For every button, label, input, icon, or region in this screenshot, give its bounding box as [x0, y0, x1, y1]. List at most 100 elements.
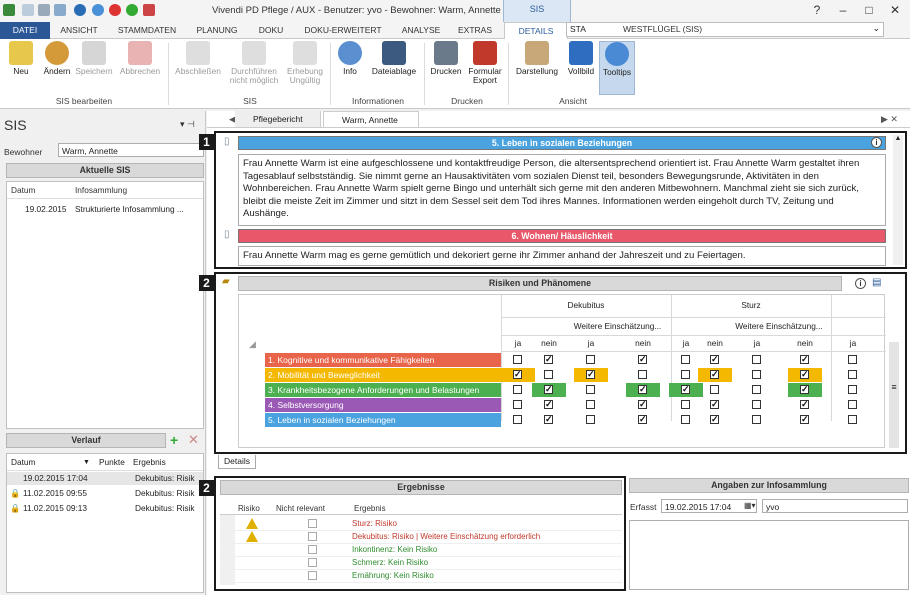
risk-checkbox[interactable]	[848, 400, 857, 409]
history-row-result[interactable]: Dekubitus: Risik	[135, 502, 203, 515]
quick-search-icon[interactable]	[54, 4, 66, 16]
help-icon[interactable]	[92, 4, 104, 16]
risk-checkbox[interactable]	[513, 385, 522, 394]
tab-datei[interactable]: DATEI	[0, 22, 50, 39]
sis-row-date[interactable]: 19.02.2015	[25, 203, 67, 216]
refresh-icon[interactable]	[126, 4, 138, 16]
tab-analyse[interactable]: ANALYSE	[392, 22, 450, 39]
topic-text[interactable]: Frau Annette Warm ist eine aufgeschlosse…	[238, 154, 886, 226]
risk-checkbox[interactable]	[513, 355, 522, 364]
risk-checkbox[interactable]: ✓	[710, 400, 719, 409]
view-button[interactable]: Darstellung	[512, 41, 562, 76]
risk-checkbox[interactable]	[586, 415, 595, 424]
info-button[interactable]: Info	[336, 41, 364, 76]
topic-text[interactable]: Frau Annette Warm mag es gerne gemütlich…	[238, 246, 886, 266]
export-icon[interactable]: ▤	[872, 277, 881, 288]
risk-checkbox[interactable]	[752, 355, 761, 364]
invalid-button[interactable]: Erhebung Ungültig	[284, 41, 326, 85]
risk-checkbox[interactable]: ✓	[544, 355, 553, 364]
risk-checkbox[interactable]	[513, 400, 522, 409]
recorded-user-field[interactable]: yvo	[762, 499, 908, 513]
tab-extras[interactable]: EXTRAS	[450, 22, 500, 39]
chevron-down-icon[interactable]: ⌄	[872, 23, 880, 34]
risk-checkbox[interactable]: ✓	[800, 385, 809, 394]
risk-checkbox[interactable]	[544, 370, 553, 379]
tab-stammdaten[interactable]: STAMMDATEN	[108, 22, 186, 39]
recorded-date-field[interactable]: 19.02.2015 17:04	[661, 499, 757, 513]
sis-row-info[interactable]: Strukturierte Infosammlung ...	[75, 203, 201, 216]
tab-doku[interactable]: DOKU	[248, 22, 294, 39]
risk-checkbox[interactable]: ✓	[710, 370, 719, 379]
tab-details[interactable]: DETAILS	[504, 22, 568, 40]
risk-checkbox[interactable]: ✓	[800, 400, 809, 409]
history-row-date[interactable]: 19.02.2015 17:04	[23, 472, 88, 485]
tools-icon[interactable]	[143, 4, 155, 16]
risk-checkbox[interactable]	[752, 370, 761, 379]
risk-checkbox[interactable]	[752, 415, 761, 424]
tooltips-button[interactable]: Tooltips	[599, 41, 635, 95]
not-relevant-checkbox[interactable]	[308, 545, 317, 554]
quick-save-icon[interactable]	[22, 4, 34, 16]
scrollbar[interactable]: ▲	[893, 135, 903, 265]
subheader-further-assessment[interactable]: Weitere Einschätzung...	[564, 321, 671, 331]
not-relevant-checkbox[interactable]	[308, 571, 317, 580]
risk-checkbox[interactable]: ✓	[800, 415, 809, 424]
risk-checkbox[interactable]: ✓	[800, 355, 809, 364]
risk-checkbox[interactable]	[681, 415, 690, 424]
tab-ansicht[interactable]: ANSICHT	[50, 22, 108, 39]
risk-checkbox[interactable]: ✓	[513, 370, 522, 379]
risk-checkbox[interactable]: ✓	[544, 385, 553, 394]
info-notes-area[interactable]	[629, 520, 909, 590]
quick-print-icon[interactable]	[38, 4, 50, 16]
emergency-icon[interactable]	[109, 4, 121, 16]
close-button[interactable]: ✕	[882, 1, 908, 19]
risk-checkbox[interactable]	[848, 385, 857, 394]
print-button[interactable]: Drucken	[428, 41, 464, 76]
panel-menu-icon[interactable]: ▾ ⊣	[180, 119, 195, 130]
calendar-icon[interactable]: ▦▾	[744, 501, 756, 510]
not-relevant-checkbox[interactable]	[308, 532, 317, 541]
subheader-further-assessment[interactable]: Weitere Einschätzung...	[727, 321, 831, 331]
file-storage-button[interactable]: Dateiablage	[366, 41, 422, 76]
new-button[interactable]: Neu	[6, 41, 36, 76]
history-row-result[interactable]: Dekubitus: Risik	[135, 472, 203, 485]
risk-checkbox[interactable]	[848, 355, 857, 364]
resident-field[interactable]: Warm, Annette	[58, 143, 204, 157]
sort-icon[interactable]: ▼	[83, 456, 90, 469]
risk-checkbox[interactable]: ✓	[638, 415, 647, 424]
risk-checkbox[interactable]: ✓	[710, 355, 719, 364]
risk-checkbox[interactable]: ✓	[638, 355, 647, 364]
risk-checkbox[interactable]	[681, 370, 690, 379]
fullscreen-button[interactable]: Vollbild	[563, 41, 599, 76]
minimize-button[interactable]: –	[830, 1, 856, 19]
risk-checkbox[interactable]: ✓	[586, 370, 595, 379]
save-button[interactable]: Speichern	[74, 41, 114, 76]
add-icon[interactable]: +	[170, 432, 178, 448]
delete-icon[interactable]: ✕	[188, 432, 199, 448]
risk-checkbox[interactable]	[752, 385, 761, 394]
tab-doku-erweitert[interactable]: DOKU-ERWEITERT	[294, 22, 392, 39]
complete-button[interactable]: Abschließen	[172, 41, 224, 76]
risk-checkbox[interactable]	[681, 400, 690, 409]
risk-checkbox[interactable]	[638, 370, 647, 379]
risk-checkbox[interactable]	[710, 385, 719, 394]
tab-pflegebericht[interactable]: Pflegebericht	[235, 111, 321, 127]
risk-checkbox[interactable]: ✓	[710, 415, 719, 424]
risk-checkbox[interactable]: ✓	[544, 400, 553, 409]
risk-checkbox[interactable]	[513, 415, 522, 424]
risk-checkbox[interactable]	[848, 415, 857, 424]
risk-checkbox[interactable]: ✓	[800, 370, 809, 379]
risk-checkbox[interactable]	[848, 370, 857, 379]
form-export-button[interactable]: Formular Export	[464, 41, 506, 85]
globe-icon[interactable]	[74, 4, 86, 16]
info-icon[interactable]: i	[855, 278, 866, 289]
history-row-date[interactable]: 11.02.2015 09:55	[23, 487, 87, 500]
risk-checkbox[interactable]: ✓	[638, 385, 647, 394]
not-relevant-checkbox[interactable]	[308, 558, 317, 567]
history-row-date[interactable]: 11.02.2015 09:13	[23, 502, 87, 515]
risk-checkbox[interactable]: ✓	[638, 400, 647, 409]
search-input[interactable]: STA	[570, 24, 586, 34]
tab-warm-annette[interactable]: Warm, Annette	[323, 111, 419, 127]
risk-checkbox[interactable]	[752, 400, 761, 409]
risk-checkbox[interactable]	[586, 355, 595, 364]
